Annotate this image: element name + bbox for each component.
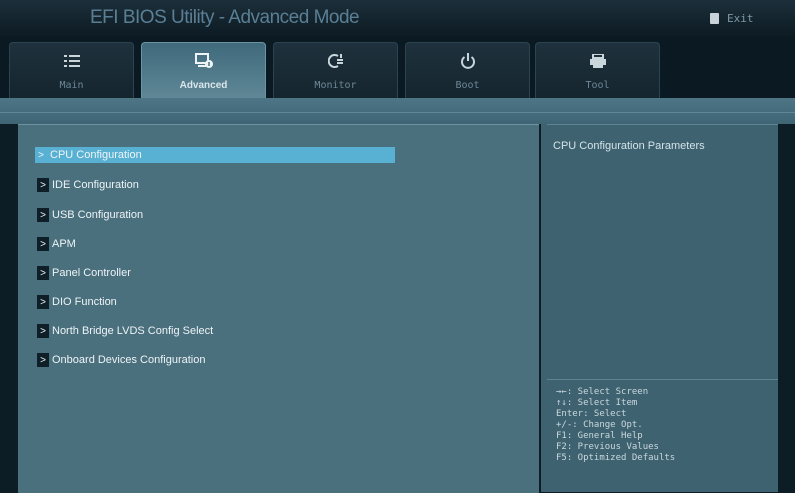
tab-advanced[interactable]: Advanced bbox=[141, 42, 266, 98]
submenu-arrow-icon: > bbox=[37, 208, 49, 222]
menu-item-label: IDE Configuration bbox=[52, 179, 139, 191]
tab-monitor[interactable]: Monitor bbox=[273, 42, 398, 98]
item-description: CPU Configuration Parameters bbox=[553, 140, 705, 152]
menu-item-usb-configuration[interactable]: > USB Configuration bbox=[37, 207, 377, 223]
menu-item-label: DIO Function bbox=[52, 296, 117, 308]
submenu-arrow-icon: > bbox=[37, 266, 49, 280]
menu-item-panel-controller[interactable]: > Panel Controller bbox=[37, 265, 377, 281]
menu-item-label: CPU Configuration bbox=[50, 149, 142, 161]
exit-label: Exit bbox=[727, 11, 754, 25]
tab-boot[interactable]: Boot bbox=[405, 42, 530, 98]
menu-item-label: Onboard Devices Configuration bbox=[52, 354, 206, 366]
tab-main-label: Main bbox=[59, 80, 84, 91]
advanced-chip-icon bbox=[142, 52, 265, 70]
right-margin bbox=[778, 124, 795, 492]
tab-boot-label: Boot bbox=[455, 80, 480, 91]
submenu-arrow-icon: > bbox=[37, 237, 49, 251]
title-bar: EFI BIOS Utility - Advanced Mode Exit bbox=[0, 0, 795, 37]
power-icon bbox=[406, 52, 529, 70]
key-hint: ↑↓: Select Item bbox=[556, 398, 638, 408]
submenu-arrow-icon: > bbox=[37, 295, 49, 309]
tab-underline-strip bbox=[0, 98, 795, 124]
tab-monitor-label: Monitor bbox=[314, 80, 357, 91]
monitor-fan-icon bbox=[274, 52, 397, 70]
key-hint: F2: Previous Values bbox=[556, 442, 659, 452]
key-hint: Enter: Select bbox=[556, 409, 627, 419]
menu-item-label: APM bbox=[52, 238, 76, 250]
submenu-arrow-icon: > bbox=[38, 149, 44, 161]
printer-icon bbox=[536, 52, 659, 70]
divider bbox=[0, 112, 795, 113]
tab-main[interactable]: Main bbox=[9, 42, 134, 98]
divider bbox=[547, 124, 778, 125]
list-icon bbox=[10, 52, 133, 70]
exit-icon bbox=[710, 12, 719, 24]
menu-item-label: Panel Controller bbox=[52, 267, 131, 279]
menu-item-dio-function[interactable]: > DIO Function bbox=[37, 294, 377, 310]
menu-item-ide-configuration[interactable]: > IDE Configuration bbox=[37, 177, 377, 193]
key-hint: +/-: Change Opt. bbox=[556, 420, 643, 430]
key-hint: →←: Select Screen bbox=[556, 387, 649, 397]
key-hint: F1: General Help bbox=[556, 431, 643, 441]
menu-item-cpu-configuration[interactable]: > CPU Configuration bbox=[35, 147, 395, 163]
tab-strip: Main Advanced Monitor Boot Tool bbox=[0, 36, 795, 98]
menu-item-apm[interactable]: > APM bbox=[37, 236, 377, 252]
menu-item-label: North Bridge LVDS Config Select bbox=[52, 325, 214, 337]
help-panel: CPU Configuration Parameters →←: Select … bbox=[541, 124, 778, 492]
submenu-arrow-icon: > bbox=[37, 178, 49, 192]
tab-tool[interactable]: Tool bbox=[535, 42, 660, 98]
menu-item-onboard-devices[interactable]: > Onboard Devices Configuration bbox=[37, 352, 377, 368]
key-legend: →←: Select Screen ↑↓: Select Item Enter:… bbox=[556, 387, 675, 464]
tab-tool-label: Tool bbox=[585, 80, 610, 91]
divider bbox=[547, 379, 778, 380]
submenu-arrow-icon: > bbox=[37, 324, 49, 338]
tab-advanced-label: Advanced bbox=[179, 80, 228, 91]
menu-item-north-bridge-lvds[interactable]: > North Bridge LVDS Config Select bbox=[37, 323, 377, 339]
menu-item-label: USB Configuration bbox=[52, 209, 144, 221]
window-title: EFI BIOS Utility - Advanced Mode bbox=[90, 7, 360, 28]
advanced-menu-panel: > CPU Configuration > IDE Configuration … bbox=[18, 124, 539, 493]
submenu-arrow-icon: > bbox=[37, 353, 49, 367]
exit-button[interactable]: Exit bbox=[710, 9, 754, 27]
key-hint: F5: Optimized Defaults bbox=[556, 453, 676, 463]
